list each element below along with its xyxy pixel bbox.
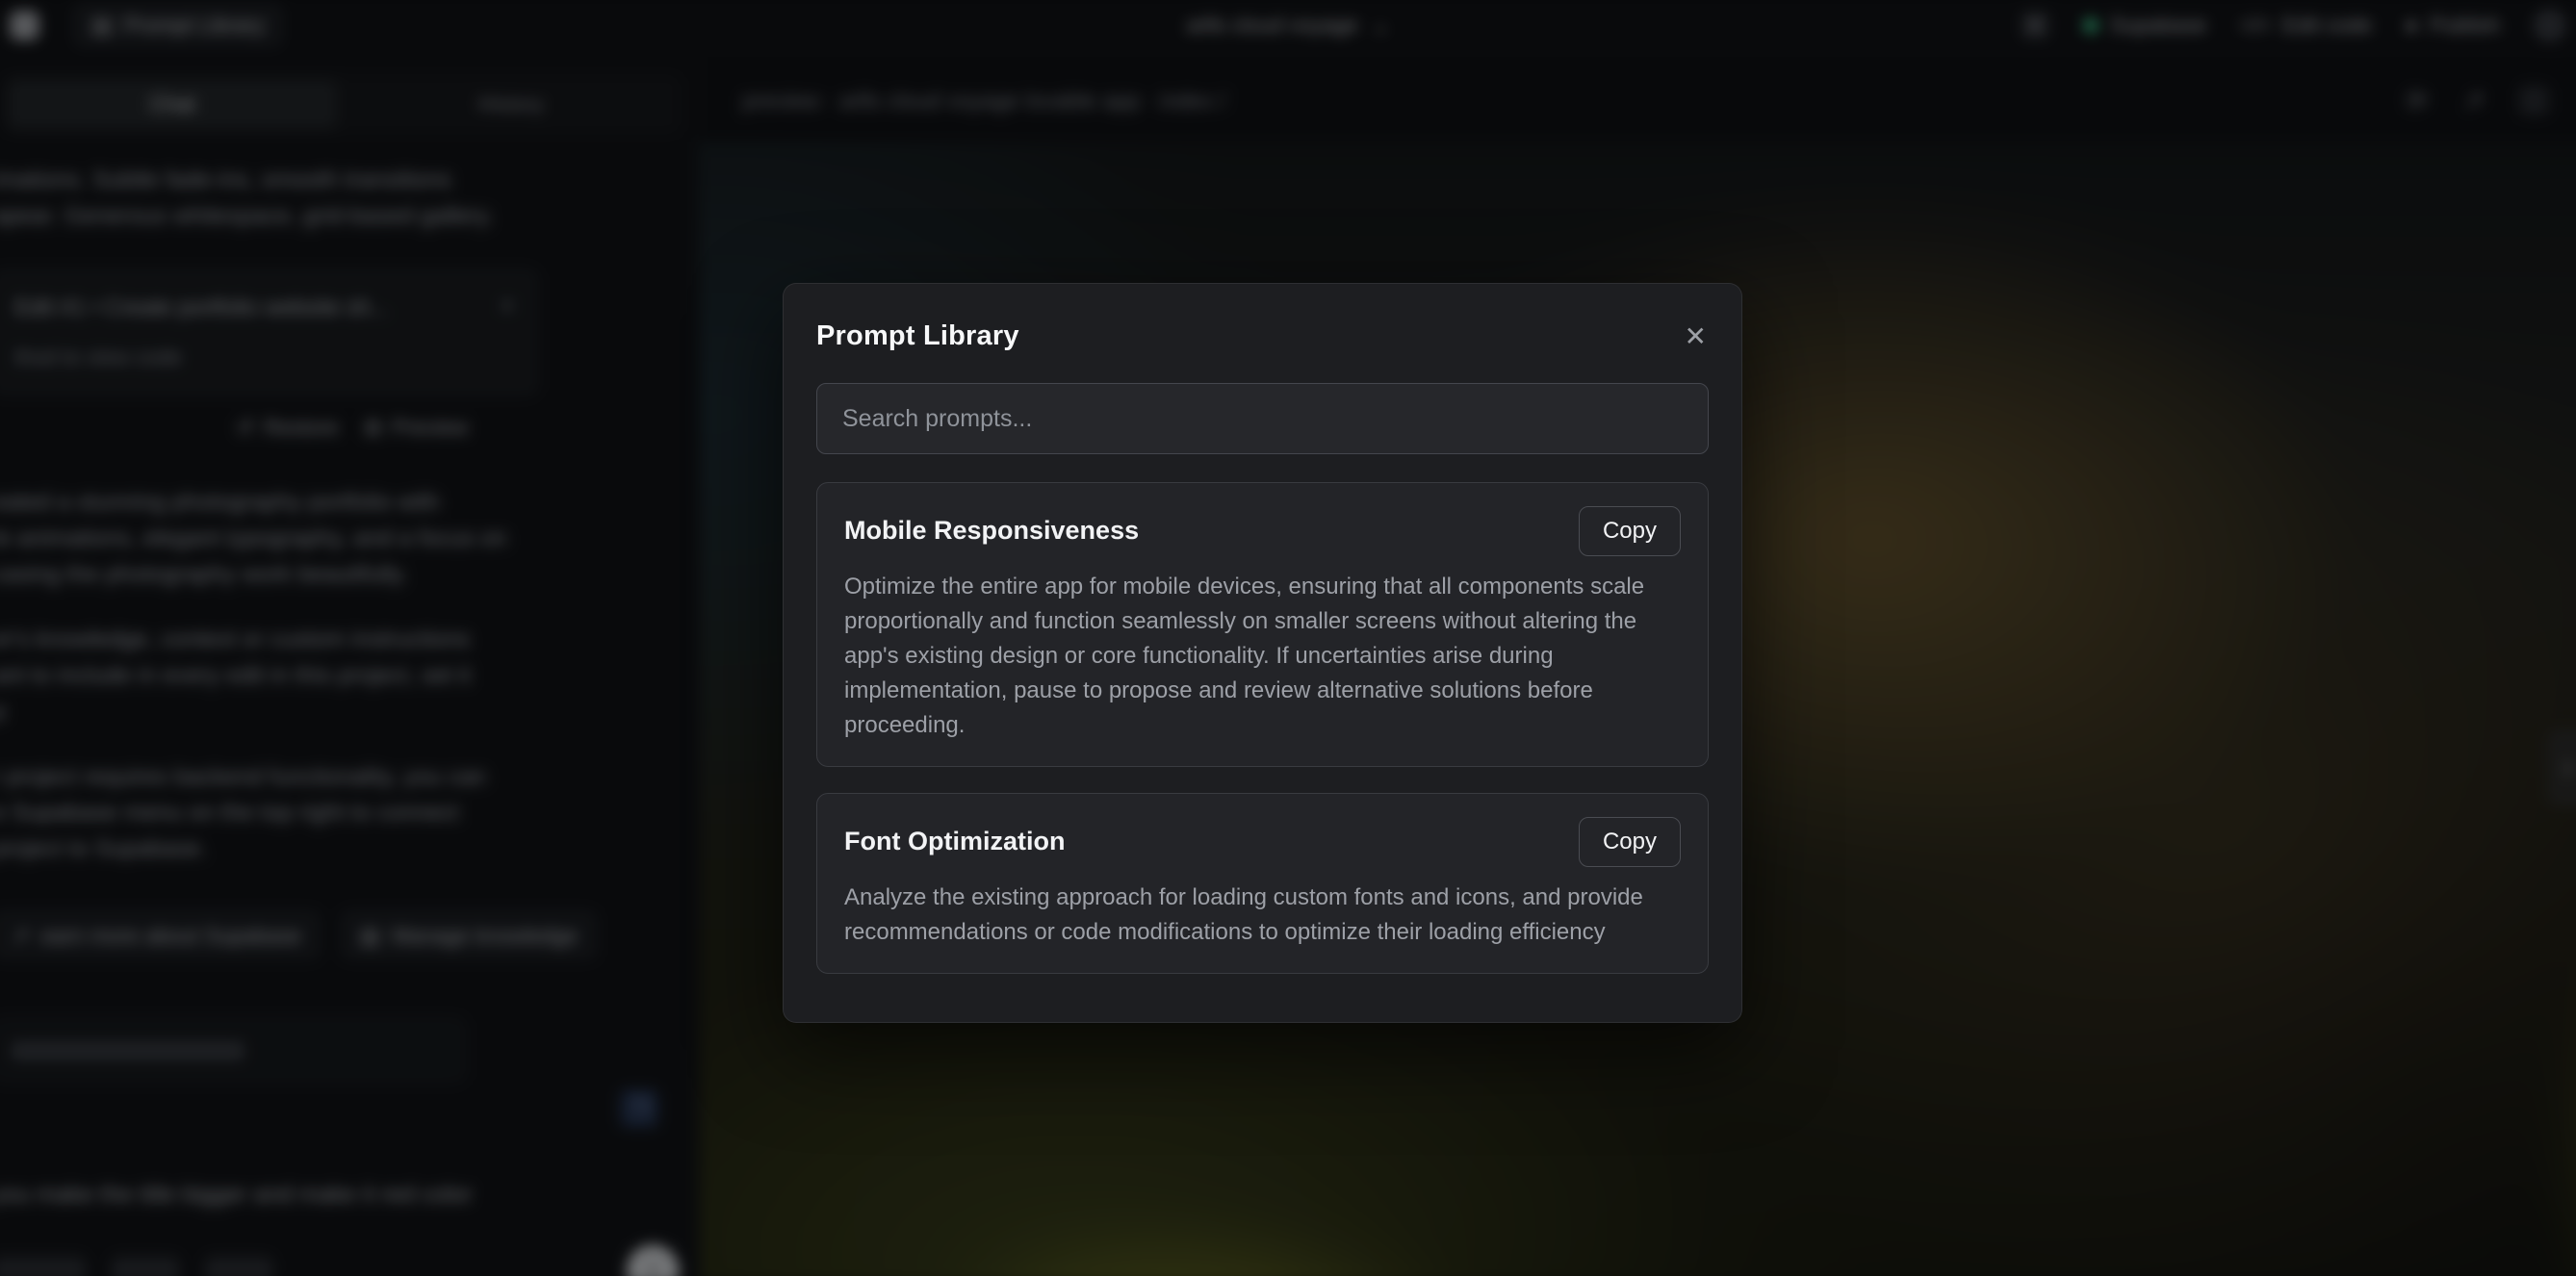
prompt-library-modal: Prompt Library ✕ Mobile Responsiveness C…: [783, 283, 1742, 1023]
prompt-list[interactable]: Mobile Responsiveness Copy Optimize the …: [816, 482, 1709, 989]
close-icon[interactable]: ✕: [1685, 323, 1707, 350]
prompt-card-mobile-responsiveness: Mobile Responsiveness Copy Optimize the …: [816, 482, 1709, 767]
modal-header: Prompt Library ✕: [784, 284, 1741, 352]
copy-button[interactable]: Copy: [1579, 506, 1681, 556]
modal-title: Prompt Library: [816, 320, 1019, 352]
prompt-description: Optimize the entire app for mobile devic…: [844, 570, 1681, 743]
search-input[interactable]: [816, 383, 1709, 454]
prompt-card-font-optimization: Font Optimization Copy Analyze the exist…: [816, 793, 1709, 974]
prompt-title: Mobile Responsiveness: [844, 506, 1139, 546]
copy-button[interactable]: Copy: [1579, 817, 1681, 867]
search-wrapper: [816, 383, 1709, 454]
prompt-description: Analyze the existing approach for loadin…: [844, 880, 1681, 950]
prompt-title: Font Optimization: [844, 817, 1065, 856]
